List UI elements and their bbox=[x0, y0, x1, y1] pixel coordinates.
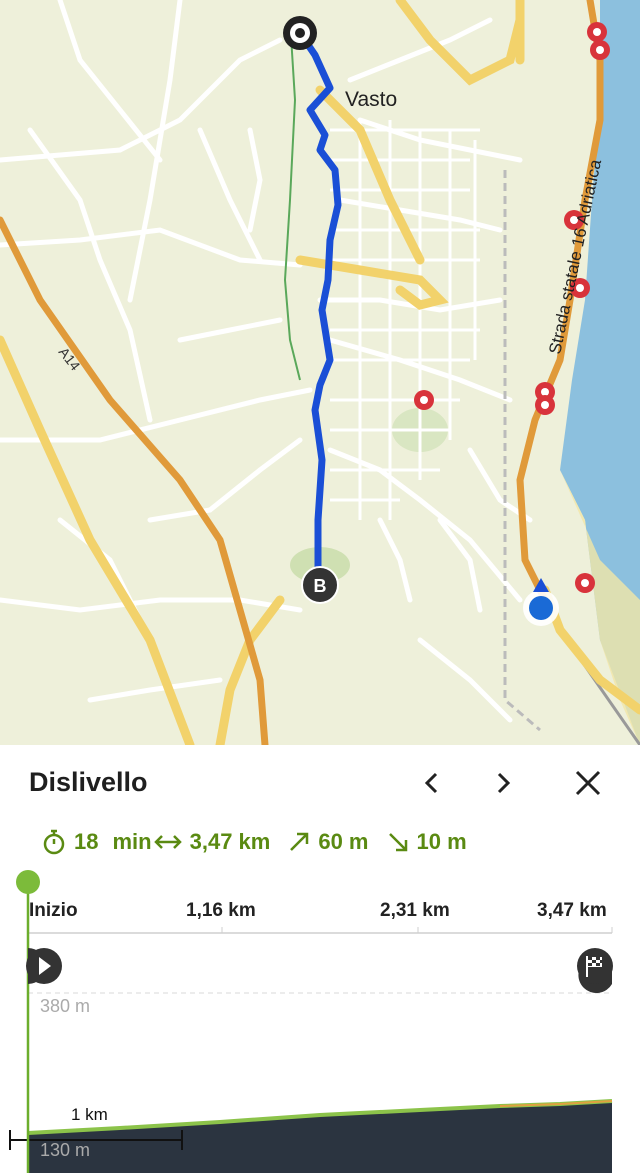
descent-icon bbox=[388, 833, 407, 852]
map-view[interactable]: B A14 Strada statale 16 Adriatica Vasto bbox=[0, 0, 640, 745]
panel-title: Dislivello bbox=[29, 767, 148, 797]
elev-bottom-label: 130 m bbox=[40, 1140, 90, 1160]
current-location-marker bbox=[523, 578, 559, 626]
scale-label: 1 km bbox=[71, 1105, 108, 1124]
elev-top-label: 380 m bbox=[40, 996, 90, 1016]
highways bbox=[0, 0, 604, 745]
city-label: Vasto bbox=[345, 88, 398, 111]
chevron-right-icon bbox=[497, 772, 511, 794]
road-label-a14: A14 bbox=[56, 344, 84, 374]
chevron-left-icon bbox=[424, 772, 438, 794]
start-badge bbox=[26, 948, 62, 984]
route-line bbox=[296, 29, 342, 589]
destination-marker-b[interactable]: B bbox=[301, 566, 339, 604]
trail bbox=[283, 19, 301, 381]
duration-value: 18 bbox=[74, 829, 99, 854]
finish-badge bbox=[577, 948, 613, 993]
marker-b-label: B bbox=[314, 576, 327, 596]
close-icon bbox=[575, 770, 601, 796]
descent-value: 10 m bbox=[416, 829, 467, 854]
duration-stat: 18 min bbox=[42, 829, 152, 855]
stopwatch-icon bbox=[43, 829, 65, 855]
elevation-area bbox=[28, 1101, 612, 1173]
ruler-ticks bbox=[27, 927, 613, 933]
next-button[interactable] bbox=[483, 763, 523, 803]
railway bbox=[503, 170, 541, 732]
route-stats: 18 min 3,47 km 60 m 10 m bbox=[42, 829, 467, 855]
close-button[interactable] bbox=[568, 763, 608, 803]
distance-value: 3,47 km bbox=[189, 829, 271, 854]
secondary-roads bbox=[0, 0, 640, 745]
start-marker[interactable] bbox=[283, 16, 317, 50]
distance-stat: 3,47 km bbox=[153, 829, 271, 855]
descent-stat: 10 m bbox=[387, 829, 467, 855]
duration-unit: min bbox=[112, 829, 152, 854]
ascent-stat: 60 m bbox=[288, 829, 369, 855]
ascent-value: 60 m bbox=[318, 829, 369, 854]
elevation-chart[interactable]: 380 m 130 m 1 km bbox=[0, 860, 640, 1173]
position-cursor-handle[interactable] bbox=[16, 870, 40, 894]
map-canvas[interactable]: B A14 Strada statale 16 Adriatica bbox=[0, 0, 640, 745]
ascent-icon bbox=[290, 832, 309, 851]
distance-icon bbox=[153, 835, 182, 849]
previous-button[interactable] bbox=[412, 763, 452, 803]
